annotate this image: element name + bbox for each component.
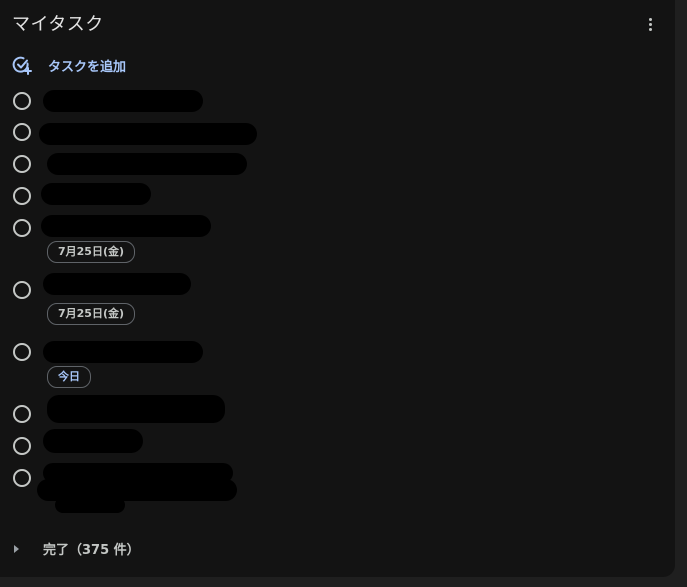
tasks-panel: マイタスク タスクを追加 7月25日(金) 7月25日(金) 今日 完了（375… bbox=[0, 0, 675, 577]
completed-tasks-toggle[interactable]: 完了（375 件） bbox=[14, 539, 140, 558]
redacted-task-title bbox=[39, 123, 257, 145]
due-date-chip[interactable]: 7月25日(金) bbox=[47, 303, 136, 325]
complete-task-checkbox[interactable] bbox=[13, 405, 31, 423]
task-item[interactable] bbox=[13, 153, 653, 179]
redacted-task-title bbox=[41, 215, 211, 237]
task-item[interactable] bbox=[13, 123, 653, 147]
complete-task-checkbox[interactable] bbox=[13, 155, 31, 173]
redacted-task-title bbox=[43, 273, 191, 295]
page-title: マイタスク bbox=[12, 14, 104, 35]
more-vert-icon bbox=[648, 17, 652, 21]
add-task-button[interactable]: タスクを追加 bbox=[12, 54, 126, 76]
add-task-icon bbox=[12, 55, 32, 75]
expand-arrow-icon bbox=[14, 544, 19, 553]
complete-task-checkbox[interactable] bbox=[13, 187, 31, 205]
complete-task-checkbox[interactable] bbox=[13, 281, 31, 299]
redacted-task-title bbox=[47, 153, 247, 175]
redacted-task-title bbox=[47, 395, 225, 423]
completed-count-label: 完了（375 件） bbox=[43, 543, 140, 558]
redacted-task-title bbox=[43, 429, 143, 453]
more-vert-icon-dot bbox=[648, 22, 652, 26]
task-item[interactable] bbox=[13, 90, 653, 116]
redacted-task-title bbox=[43, 90, 203, 112]
task-item[interactable] bbox=[13, 183, 653, 211]
add-task-label: タスクを追加 bbox=[48, 59, 127, 75]
task-item[interactable] bbox=[13, 463, 653, 519]
more-options-button[interactable] bbox=[638, 12, 662, 36]
complete-task-checkbox[interactable] bbox=[13, 123, 31, 141]
due-date-chip[interactable]: 7月25日(金) bbox=[47, 241, 136, 263]
complete-task-checkbox[interactable] bbox=[13, 343, 31, 361]
redacted-task-title bbox=[43, 341, 203, 363]
complete-task-checkbox[interactable] bbox=[13, 437, 31, 455]
redacted-task-title bbox=[41, 183, 151, 205]
more-vert-icon-dot bbox=[648, 27, 652, 31]
complete-task-checkbox[interactable] bbox=[13, 469, 31, 487]
task-item[interactable] bbox=[13, 429, 653, 461]
complete-task-checkbox[interactable] bbox=[13, 92, 31, 110]
task-item[interactable] bbox=[13, 395, 653, 429]
redacted-task-title bbox=[55, 497, 125, 513]
task-item[interactable]: 7月25日(金) bbox=[13, 215, 653, 269]
task-item[interactable]: 7月25日(金) bbox=[13, 273, 653, 331]
due-date-chip[interactable]: 今日 bbox=[47, 366, 91, 388]
task-item[interactable]: 今日 bbox=[13, 341, 653, 393]
complete-task-checkbox[interactable] bbox=[13, 219, 31, 237]
